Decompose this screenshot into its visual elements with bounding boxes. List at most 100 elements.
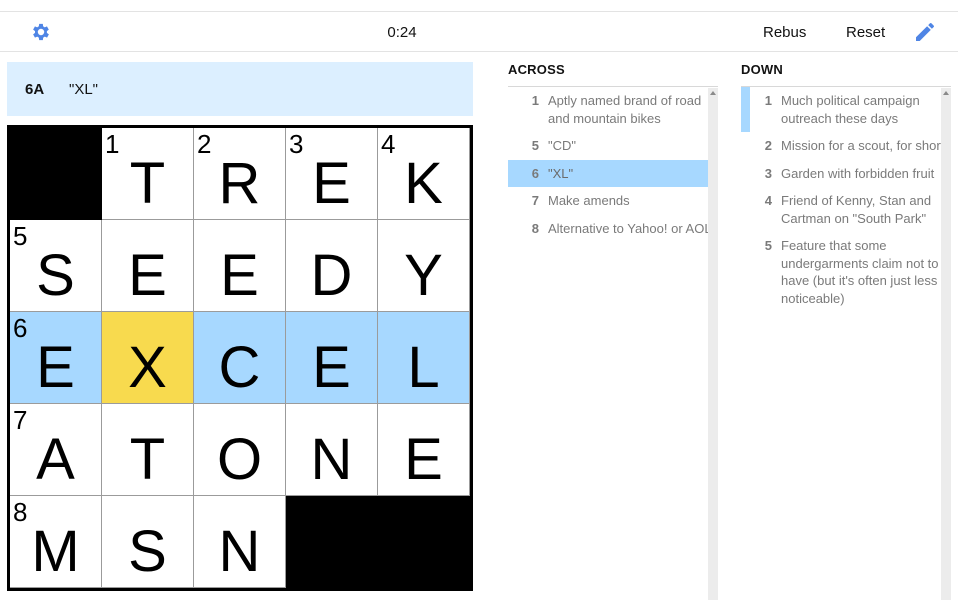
grid-cell[interactable]: S bbox=[102, 496, 194, 588]
cell-number: 6 bbox=[13, 313, 28, 343]
cell-letter: C bbox=[218, 335, 261, 400]
cell-letter: N bbox=[218, 519, 261, 584]
grid-cell[interactable]: T bbox=[102, 404, 194, 496]
down-clue-1[interactable]: 1 Much political campaign outreach these … bbox=[741, 87, 951, 132]
grid-cell[interactable]: L bbox=[378, 312, 470, 404]
black-cell bbox=[10, 128, 102, 220]
grid-cell[interactable]: 2R bbox=[194, 128, 286, 220]
clue-number: 4 bbox=[764, 193, 772, 208]
clue-text: Feature that some undergarments claim no… bbox=[781, 238, 939, 306]
grid-cell[interactable]: X bbox=[102, 312, 194, 404]
grid-cell[interactable]: 3E bbox=[286, 128, 378, 220]
across-clue-6[interactable]: 6 "XL" bbox=[508, 159, 718, 187]
clue-number: 2 bbox=[764, 138, 772, 153]
cell-letter: S bbox=[128, 519, 167, 584]
cell-number: 3 bbox=[289, 129, 304, 159]
cell-letter: E bbox=[220, 243, 259, 308]
down-clues-panel: DOWN 1 Much political campaign outreach t… bbox=[741, 62, 951, 600]
clue-text: Alternative to Yahoo! or AOL bbox=[548, 220, 712, 236]
pencil-icon[interactable] bbox=[913, 20, 937, 44]
cell-letter: X bbox=[128, 335, 167, 400]
cell-number: 8 bbox=[13, 497, 28, 527]
cell-letter: E bbox=[36, 335, 75, 400]
cell-letter: T bbox=[129, 427, 166, 492]
grid-cell[interactable]: 7A bbox=[10, 404, 102, 496]
cell-number: 5 bbox=[13, 221, 28, 251]
across-clue-list: 1 Aptly named brand of road and mountain … bbox=[508, 87, 718, 597]
grid-cell[interactable]: 6E bbox=[10, 312, 102, 404]
clue-text: Mission for a scout, for short bbox=[781, 138, 945, 153]
cell-letter: R bbox=[218, 151, 261, 216]
grid-cell[interactable]: 8M bbox=[10, 496, 102, 588]
down-title: DOWN bbox=[741, 62, 951, 87]
grid-cell[interactable]: E bbox=[378, 404, 470, 496]
clue-text: "CD" bbox=[548, 138, 577, 153]
across-scrollbar[interactable] bbox=[708, 88, 718, 600]
clue-number: 7 bbox=[531, 193, 539, 208]
cell-letter: S bbox=[36, 243, 75, 308]
cell-letter: E bbox=[128, 243, 167, 308]
cell-number: 2 bbox=[197, 129, 212, 159]
grid-cell[interactable]: 4K bbox=[378, 128, 470, 220]
grid-cell[interactable]: E bbox=[194, 220, 286, 312]
cell-letter: Y bbox=[404, 243, 443, 308]
clue-text: Make amends bbox=[548, 193, 630, 208]
across-clue-1[interactable]: 1 Aptly named brand of road and mountain … bbox=[508, 87, 718, 132]
clue-number: 5 bbox=[764, 238, 772, 253]
reset-button[interactable]: Reset bbox=[846, 24, 885, 41]
cell-number: 7 bbox=[13, 405, 28, 435]
grid-cell[interactable]: 1T bbox=[102, 128, 194, 220]
cell-letter: K bbox=[404, 151, 443, 216]
clue-text: Much political campaign outreach these d… bbox=[781, 93, 920, 126]
grid-cell[interactable]: N bbox=[286, 404, 378, 496]
across-clues-panel: ACROSS 1 Aptly named brand of road and mo… bbox=[508, 62, 718, 600]
toolbar: 0:24 Rebus Reset bbox=[0, 12, 958, 52]
cell-letter: E bbox=[404, 427, 443, 492]
down-clue-5[interactable]: 5 Feature that some undergarments claim n… bbox=[741, 232, 951, 312]
across-clue-8[interactable]: 8 Alternative to Yahoo! or AOL bbox=[508, 215, 718, 243]
down-clue-4[interactable]: 4 Friend of Kenny, Stan and Cartman on "S… bbox=[741, 187, 951, 232]
across-clue-7[interactable]: 7 Make amends bbox=[508, 187, 718, 215]
clue-text: "XL" bbox=[548, 165, 574, 181]
cell-letter: O bbox=[216, 427, 263, 492]
cell-letter: L bbox=[407, 335, 440, 400]
current-clue-text: "XL" bbox=[69, 81, 98, 98]
crossword-grid: 1T2R3E4K5SEEDY6EXCEL7ATONE8MSN bbox=[7, 125, 473, 591]
cell-letter: E bbox=[312, 151, 351, 216]
grid-cell[interactable]: Y bbox=[378, 220, 470, 312]
scroll-up-icon bbox=[710, 91, 716, 95]
cell-letter: E bbox=[312, 335, 351, 400]
down-clue-3[interactable]: 3 Garden with forbidden fruit bbox=[741, 160, 951, 188]
clue-number: 6 bbox=[531, 165, 539, 181]
clue-text: Garden with forbidden fruit bbox=[781, 165, 935, 181]
scroll-up-icon bbox=[943, 91, 949, 95]
clue-number: 1 bbox=[764, 93, 772, 108]
down-clue-2[interactable]: 2 Mission for a scout, for short bbox=[741, 132, 951, 160]
clue-text: Aptly named brand of road and mountain b… bbox=[548, 93, 702, 126]
clue-number: 5 bbox=[531, 138, 539, 153]
clue-text: Friend of Kenny, Stan and Cartman on "So… bbox=[781, 193, 932, 226]
grid-cell[interactable]: E bbox=[102, 220, 194, 312]
clue-number: 1 bbox=[531, 93, 539, 108]
grid-cell[interactable]: D bbox=[286, 220, 378, 312]
rebus-button[interactable]: Rebus bbox=[763, 24, 806, 41]
grid-cell[interactable]: N bbox=[194, 496, 286, 588]
cell-letter: T bbox=[129, 151, 166, 216]
cell-letter: D bbox=[310, 243, 353, 308]
cell-letter: M bbox=[31, 519, 80, 584]
current-clue-number: 6A bbox=[25, 81, 45, 98]
down-scrollbar[interactable] bbox=[941, 88, 951, 600]
timer: 0:24 bbox=[387, 24, 417, 41]
grid-cell[interactable]: E bbox=[286, 312, 378, 404]
cell-number: 4 bbox=[381, 129, 396, 159]
clue-number: 8 bbox=[531, 220, 539, 236]
grid-cell[interactable]: 5S bbox=[10, 220, 102, 312]
black-cell bbox=[286, 496, 378, 588]
grid-cell[interactable]: C bbox=[194, 312, 286, 404]
across-clue-5[interactable]: 5 "CD" bbox=[508, 132, 718, 160]
clue-number: 3 bbox=[764, 165, 772, 181]
cell-letter: N bbox=[310, 427, 353, 492]
across-title: ACROSS bbox=[508, 62, 718, 87]
cell-letter: A bbox=[36, 427, 75, 492]
grid-cell[interactable]: O bbox=[194, 404, 286, 496]
